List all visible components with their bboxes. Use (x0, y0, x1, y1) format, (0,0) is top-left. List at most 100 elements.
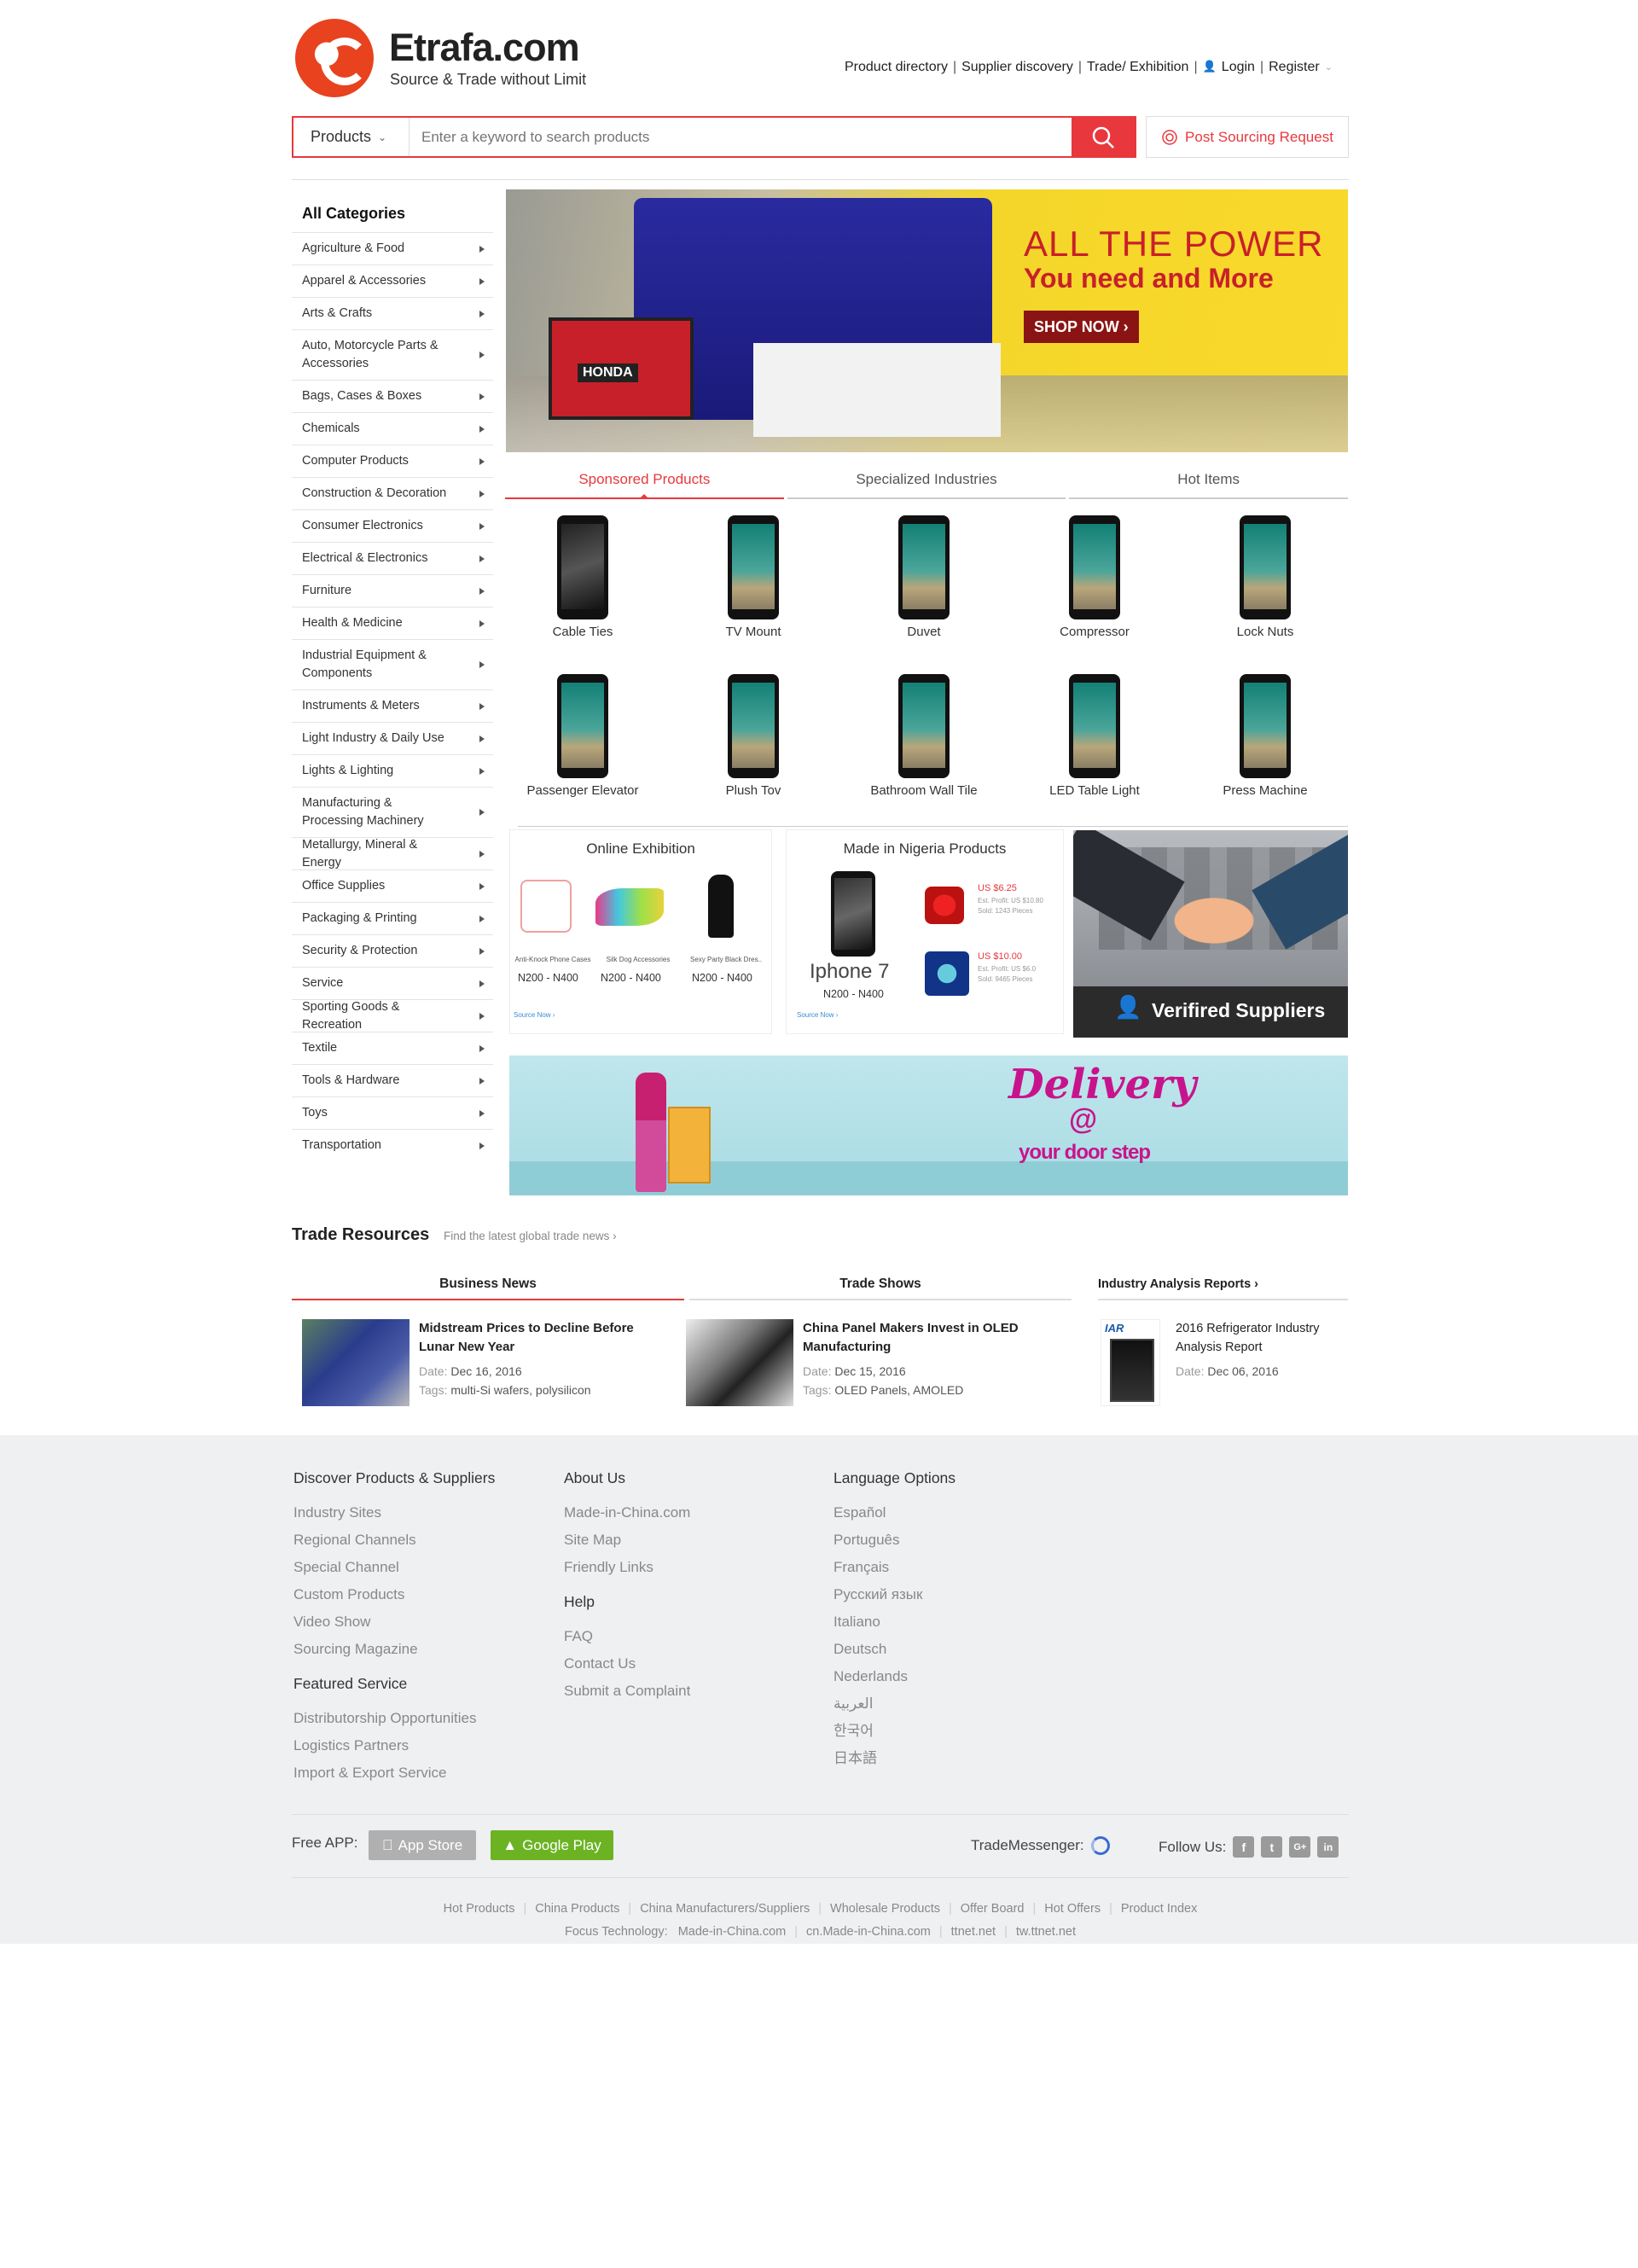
category-item[interactable]: Lights & Lighting (292, 754, 493, 787)
category-item[interactable]: Construction & Decoration (292, 477, 493, 509)
brand-name[interactable]: Etrafa.com (389, 26, 580, 70)
google-plus-icon[interactable]: G+ (1289, 1836, 1311, 1858)
footer-link[interactable]: Made-in-China.com (564, 1499, 690, 1527)
shop-now-button[interactable]: SHOP NOW › (1024, 311, 1139, 343)
footer-bottom-link[interactable]: Wholesale Products (830, 1902, 940, 1916)
source-now-link[interactable]: Source Now › (514, 1011, 555, 1019)
category-item[interactable]: Agriculture & Food (292, 232, 493, 265)
tab-industry-analysis-reports[interactable]: Industry Analysis Reports › (1098, 1270, 1348, 1300)
facebook-icon[interactable]: f (1233, 1836, 1255, 1858)
footer-link[interactable]: Special Channel (293, 1554, 495, 1581)
category-item[interactable]: Packaging & Printing (292, 902, 493, 934)
category-item[interactable]: Sporting Goods & Recreation (292, 999, 493, 1032)
verified-suppliers-banner[interactable]: 👤 Verifired Suppliers (1073, 830, 1348, 1038)
footer-link[interactable]: Italiano (834, 1608, 956, 1636)
delivery-banner[interactable]: Delivery @ your door step (509, 1055, 1348, 1195)
category-item[interactable]: Apparel & Accessories (292, 265, 493, 297)
footer-bottom-link[interactable]: Offer Board (961, 1902, 1025, 1916)
category-item[interactable]: Toys (292, 1096, 493, 1129)
trade-resources-subtitle[interactable]: Find the latest global trade news › (444, 1230, 617, 1242)
footer-link[interactable]: Sourcing Magazine (293, 1636, 495, 1663)
category-item[interactable]: Electrical & Electronics (292, 542, 493, 574)
footer-link[interactable]: Deutsch (834, 1636, 956, 1663)
category-item[interactable]: Consumer Electronics (292, 509, 493, 542)
category-item[interactable]: Textile (292, 1032, 493, 1064)
tab-sponsored-products[interactable]: Sponsored Products (505, 461, 784, 499)
footer-link[interactable]: 한국어 (834, 1718, 956, 1745)
footer-bottom-link[interactable]: ttnet.net (951, 1925, 996, 1939)
product-card[interactable]: Press Machine (1180, 674, 1350, 798)
category-item[interactable]: Chemicals (292, 412, 493, 445)
footer-link[interactable]: Español (834, 1499, 956, 1527)
footer-bottom-link[interactable]: cn.Made-in-China.com (806, 1925, 931, 1939)
footer-bottom-link[interactable]: Hot Offers (1044, 1902, 1101, 1916)
product-card[interactable]: Cable Ties (497, 515, 668, 639)
product-card[interactable]: LED Table Light (1009, 674, 1180, 798)
category-item[interactable]: Office Supplies (292, 869, 493, 902)
footer-bottom-link[interactable]: Hot Products (444, 1902, 515, 1916)
category-item[interactable]: Arts & Crafts (292, 297, 493, 329)
footer-bottom-link[interactable]: Product Index (1121, 1902, 1197, 1916)
post-sourcing-request-button[interactable]: Post Sourcing Request (1146, 116, 1349, 158)
footer-link[interactable]: Import & Export Service (293, 1759, 495, 1787)
news-headline[interactable]: Midstream Prices to Decline Before Lunar… (419, 1319, 649, 1357)
app-store-button[interactable]:  App Store (369, 1830, 476, 1860)
footer-link[interactable]: Video Show (293, 1608, 495, 1636)
category-item[interactable]: Manufacturing & Processing Machinery (292, 787, 493, 837)
category-item[interactable]: Computer Products (292, 445, 493, 477)
footer-link[interactable]: Contact Us (564, 1650, 690, 1678)
category-item[interactable]: Metallurgy, Mineral & Energy (292, 837, 493, 869)
category-item[interactable]: Tools & Hardware (292, 1064, 493, 1096)
tab-trade-shows[interactable]: Trade Shows (689, 1270, 1072, 1300)
source-now-link[interactable]: Source Now › (797, 1011, 838, 1019)
search-button[interactable] (1072, 118, 1135, 156)
search-input[interactable] (410, 118, 1072, 156)
footer-link[interactable]: العربية (834, 1690, 956, 1718)
made-in-nigeria-box[interactable]: Made in Nigeria Products Iphone 7 N200 -… (786, 829, 1064, 1034)
search-category-select[interactable]: Products ⌄ (293, 118, 410, 156)
linkedin-icon[interactable]: in (1317, 1836, 1339, 1858)
footer-bottom-link[interactable]: tw.ttnet.net (1016, 1925, 1076, 1939)
category-item[interactable]: Security & Protection (292, 934, 493, 967)
footer-link[interactable]: Français (834, 1554, 956, 1581)
nav-supplier-discovery[interactable]: Supplier discovery (961, 60, 1073, 75)
product-card[interactable]: Bathroom Wall Tile (839, 674, 1009, 798)
product-card[interactable]: Plush Tov (668, 674, 839, 798)
product-card[interactable]: Duvet (839, 515, 1009, 639)
category-item[interactable]: Auto, Motorcycle Parts & Accessories (292, 329, 493, 380)
product-card[interactable]: Passenger Elevator (497, 674, 668, 798)
category-item[interactable]: Service (292, 967, 493, 999)
tab-hot-items[interactable]: Hot Items (1069, 461, 1349, 499)
nav-product-directory[interactable]: Product directory (845, 60, 948, 75)
category-item[interactable]: Light Industry & Daily Use (292, 722, 493, 754)
category-item[interactable]: Instruments & Meters (292, 689, 493, 722)
footer-link[interactable]: Português (834, 1527, 956, 1554)
trade-messenger[interactable]: TradeMessenger: (971, 1836, 1110, 1855)
footer-bottom-link[interactable]: China Manufacturers/Suppliers (640, 1902, 810, 1916)
nav-trade-exhibition[interactable]: Trade/ Exhibition (1087, 60, 1188, 75)
report-title[interactable]: 2016 Refrigerator Industry Analysis Repo… (1176, 1319, 1338, 1357)
footer-link[interactable]: Custom Products (293, 1581, 495, 1608)
twitter-icon[interactable]: t (1261, 1836, 1283, 1858)
online-exhibition-box[interactable]: Online Exhibition Anti-Knock Phone Cases… (509, 829, 772, 1034)
footer-link[interactable]: Distributorship Opportunities (293, 1705, 495, 1732)
tab-business-news[interactable]: Business News (292, 1270, 684, 1300)
footer-link[interactable]: Nederlands (834, 1663, 956, 1690)
footer-link[interactable]: Friendly Links (564, 1554, 690, 1581)
product-card[interactable]: Compressor (1009, 515, 1180, 639)
category-item[interactable]: Transportation (292, 1129, 493, 1161)
footer-link[interactable]: Logistics Partners (293, 1732, 495, 1759)
footer-link[interactable]: Site Map (564, 1527, 690, 1554)
footer-link[interactable]: FAQ (564, 1623, 690, 1650)
category-item[interactable]: Furniture (292, 574, 493, 607)
category-item[interactable]: Health & Medicine (292, 607, 493, 639)
footer-bottom-link[interactable]: Made-in-China.com (678, 1925, 787, 1939)
news-headline[interactable]: China Panel Makers Invest in OLED Manufa… (803, 1319, 1033, 1357)
product-card[interactable]: TV Mount (668, 515, 839, 639)
footer-link[interactable]: 日本語 (834, 1745, 956, 1772)
footer-link[interactable]: Industry Sites (293, 1499, 495, 1527)
product-card[interactable]: Lock Nuts (1180, 515, 1350, 639)
footer-link[interactable]: Русский язык (834, 1581, 956, 1608)
nav-register[interactable]: Register (1269, 60, 1320, 75)
footer-bottom-link[interactable]: China Products (535, 1902, 619, 1916)
